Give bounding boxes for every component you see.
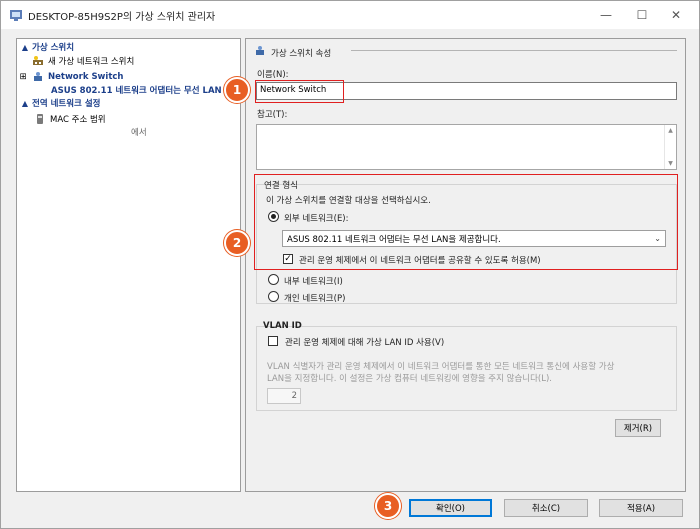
vlan-enable-checkbox[interactable]	[268, 336, 278, 346]
callout-1-label: 1	[232, 83, 242, 97]
vlan-description-line1: VLAN 식별자가 관리 운영 체제에서 이 네트워크 어댑터를 통한 모든 네…	[267, 362, 615, 372]
callout-2-label: 2	[232, 236, 242, 250]
properties-header-label: 가상 스위치 속성	[271, 48, 332, 59]
ok-button-label: 확인(O)	[436, 504, 465, 514]
section-label: 가상 스위치	[32, 43, 75, 53]
switch-adapter-label: ASUS 802.11 네트워크 어댑터는 무선 LAN	[51, 85, 222, 96]
highlight-connection-type	[254, 174, 678, 270]
apply-button-label: 적용(A)	[626, 504, 656, 514]
callout-badge-2: 2	[224, 230, 250, 256]
callout-3-label: 3	[383, 499, 393, 513]
collapse-icon: ▲	[21, 98, 29, 108]
ok-button[interactable]: 확인(O)	[409, 499, 492, 517]
remove-button-label: 제거(R)	[623, 424, 653, 434]
vlan-description-line2: LAN을 지정합니다. 이 설정은 가상 컴퓨터 네트워킹에 영향을 주지 않습…	[267, 374, 552, 384]
properties-icon	[254, 45, 266, 60]
switch-name-label: Network Switch	[48, 71, 124, 82]
internal-network-radio[interactable]	[268, 274, 279, 285]
collapse-icon: ▲	[21, 42, 29, 52]
mac-address-icon	[33, 113, 47, 125]
switch-adapter-subtitle: ASUS 802.11 네트워크 어댑터는 무선 LAN	[51, 83, 239, 96]
private-network-label[interactable]: 개인 네트워크(P)	[284, 292, 345, 304]
close-button[interactable]: ✕	[653, 1, 699, 29]
private-network-radio[interactable]	[268, 291, 279, 302]
cancel-button[interactable]: 취소(C)	[504, 499, 588, 517]
vlan-id-input[interactable]: 2	[267, 388, 301, 404]
section-label: 전역 네트워크 설정	[32, 99, 101, 109]
notes-textarea[interactable]: ▲ ▼	[256, 124, 677, 170]
notes-label: 참고(T):	[257, 110, 288, 120]
cancel-button-label: 취소(C)	[531, 504, 561, 514]
section-global-network[interactable]: ▲ 전역 네트워크 설정	[18, 97, 239, 110]
switch-item-network-switch[interactable]: ⊞ Network Switch	[18, 70, 239, 83]
mac-range-value: 에서	[131, 125, 211, 138]
callout-badge-3: 3	[375, 493, 401, 519]
properties-header: 가상 스위치 속성	[254, 45, 331, 60]
internal-network-label[interactable]: 내부 네트워크(I)	[284, 275, 343, 287]
new-switch-label: 새 가상 네트워크 스위치	[48, 56, 135, 67]
highlight-name-field	[255, 80, 344, 103]
mac-range-label: MAC 주소 범위	[50, 114, 106, 125]
vlan-id-value: 2	[291, 391, 297, 401]
vlan-enable-label[interactable]: 관리 운영 체제에 대해 가상 LAN ID 사용(V)	[285, 336, 444, 348]
mac-range-value-text: 에서	[131, 127, 147, 138]
header-divider	[351, 50, 677, 51]
expand-icon[interactable]: ⊞	[18, 71, 28, 83]
remove-button[interactable]: 제거(R)	[615, 419, 661, 437]
mac-range-item[interactable]: MAC 주소 범위	[33, 112, 254, 125]
network-switch-icon	[31, 71, 45, 83]
switch-list-pane: ▲ 가상 스위치 새 가상 네트워크 스위치 ⊞ Network Switch …	[16, 38, 241, 492]
new-switch-item[interactable]: 새 가상 네트워크 스위치	[31, 54, 252, 67]
virtual-switch-manager-window: DESKTOP-85H9S2P의 가상 스위치 관리자 — ☐ ✕ ▲ 가상 스…	[0, 0, 700, 529]
name-label: 이름(N):	[257, 70, 289, 80]
apply-button[interactable]: 적용(A)	[599, 499, 683, 517]
window-title: DESKTOP-85H9S2P의 가상 스위치 관리자	[28, 12, 216, 23]
title-bar: DESKTOP-85H9S2P의 가상 스위치 관리자 — ☐ ✕	[1, 1, 699, 29]
section-virtual-switches[interactable]: ▲ 가상 스위치	[18, 41, 239, 54]
callout-badge-1: 1	[224, 77, 250, 103]
app-icon	[9, 8, 23, 22]
vlan-title: VLAN ID	[263, 321, 302, 331]
notes-scrollbar[interactable]: ▲ ▼	[664, 125, 676, 169]
new-switch-icon	[31, 55, 45, 67]
